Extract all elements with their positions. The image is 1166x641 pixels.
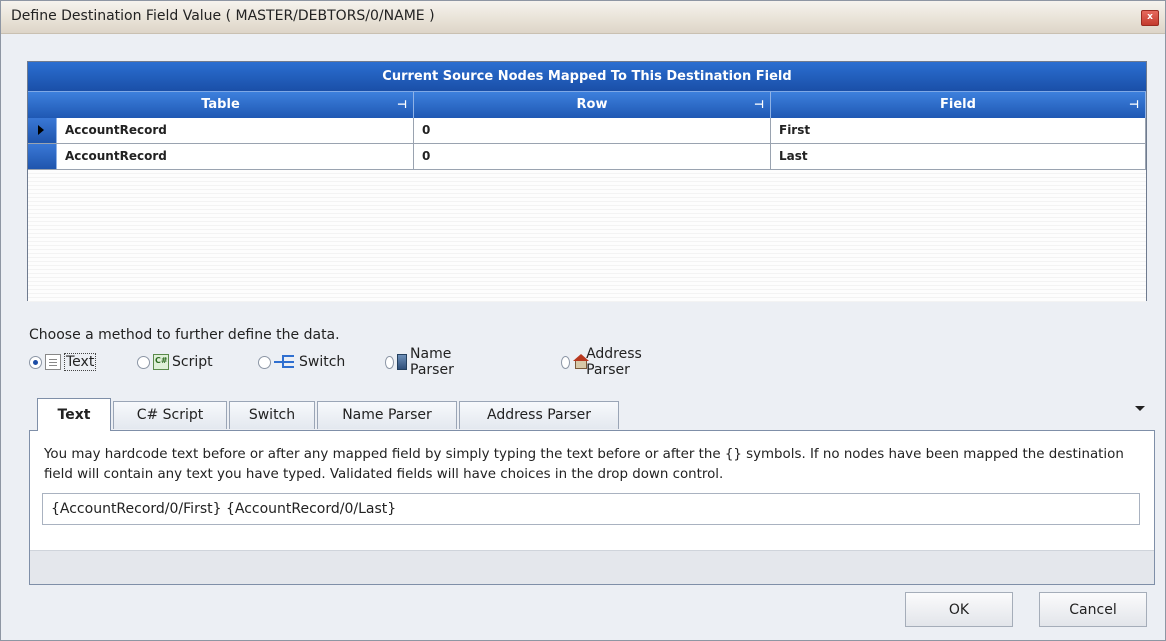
script-icon: [153, 354, 169, 370]
method-label: Script: [172, 354, 213, 370]
tab-address-parser[interactable]: Address Parser: [459, 401, 619, 429]
method-label: Name Parser: [410, 346, 454, 378]
dialog-window: Define Destination Field Value ( MASTER/…: [0, 0, 1166, 641]
text-icon: [45, 354, 61, 370]
pin-icon[interactable]: ⊣: [397, 92, 407, 117]
destination-text-input[interactable]: [42, 493, 1140, 525]
name-parser-icon: [396, 354, 408, 370]
pin-icon[interactable]: ⊣: [754, 92, 764, 117]
cell-table[interactable]: AccountRecord: [57, 118, 414, 143]
column-header-table[interactable]: Table ⊣: [28, 92, 414, 118]
text-tab-panel: You may hardcode text before or after an…: [29, 430, 1155, 585]
column-header-label: Table: [201, 97, 240, 112]
radio-button[interactable]: [385, 355, 394, 369]
panel-footer: [30, 550, 1154, 584]
dialog-title: Define Destination Field Value ( MASTER/…: [11, 8, 435, 24]
pin-icon[interactable]: ⊣: [1129, 92, 1139, 117]
address-parser-icon: [572, 354, 590, 370]
radio-button[interactable]: [137, 355, 150, 369]
mapped-nodes-grid: Current Source Nodes Mapped To This Dest…: [27, 61, 1147, 302]
method-option-name-parser[interactable]: Name Parser: [385, 346, 464, 378]
column-header-row[interactable]: Row ⊣: [414, 92, 771, 118]
tab-list-dropdown-icon[interactable]: [1135, 406, 1145, 411]
current-row-arrow-icon: [38, 125, 44, 135]
grid-empty-area: [28, 170, 1146, 302]
tab-name-parser[interactable]: Name Parser: [317, 401, 457, 429]
method-prompt: Choose a method to further define the da…: [29, 327, 340, 343]
radio-button[interactable]: [29, 355, 42, 369]
column-header-field[interactable]: Field ⊣: [771, 92, 1146, 118]
text-tab-description: You may hardcode text before or after an…: [44, 447, 1124, 482]
method-option-switch[interactable]: Switch: [258, 351, 345, 373]
method-label: Switch: [299, 354, 346, 370]
cell-field[interactable]: First: [771, 118, 1146, 143]
tab-csharp-script[interactable]: C# Script: [113, 401, 227, 429]
column-header-label: Field: [940, 97, 976, 112]
method-option-text[interactable]: Text: [29, 351, 97, 373]
tab-strip: Text C# Script Switch Name Parser Addres…: [29, 398, 1149, 431]
table-row[interactable]: AccountRecord 0 First: [28, 118, 1146, 144]
method-option-address-parser[interactable]: Address Parser: [561, 346, 652, 378]
cell-row[interactable]: 0: [414, 144, 771, 169]
switch-icon: [274, 354, 296, 370]
ok-button[interactable]: OK: [905, 592, 1013, 627]
method-label: Address Parser: [586, 346, 642, 378]
tab-switch[interactable]: Switch: [229, 401, 315, 429]
cell-row[interactable]: 0: [414, 118, 771, 143]
radio-button[interactable]: [258, 355, 271, 369]
cell-field[interactable]: Last: [771, 144, 1146, 169]
method-label: Text: [64, 353, 97, 371]
method-option-script[interactable]: Script: [137, 351, 213, 373]
close-button[interactable]: x: [1141, 10, 1159, 26]
cell-table[interactable]: AccountRecord: [57, 144, 414, 169]
row-selector[interactable]: [28, 144, 57, 169]
radio-button[interactable]: [561, 355, 570, 369]
title-bar[interactable]: Define Destination Field Value ( MASTER/…: [1, 1, 1165, 34]
tab-text[interactable]: Text: [37, 398, 111, 431]
cancel-button[interactable]: Cancel: [1039, 592, 1147, 627]
grid-header-row: Table ⊣ Row ⊣ Field ⊣: [28, 91, 1146, 118]
table-row[interactable]: AccountRecord 0 Last: [28, 144, 1146, 170]
column-header-label: Row: [576, 97, 608, 112]
row-selector[interactable]: [28, 118, 57, 143]
grid-caption: Current Source Nodes Mapped To This Dest…: [28, 62, 1146, 91]
